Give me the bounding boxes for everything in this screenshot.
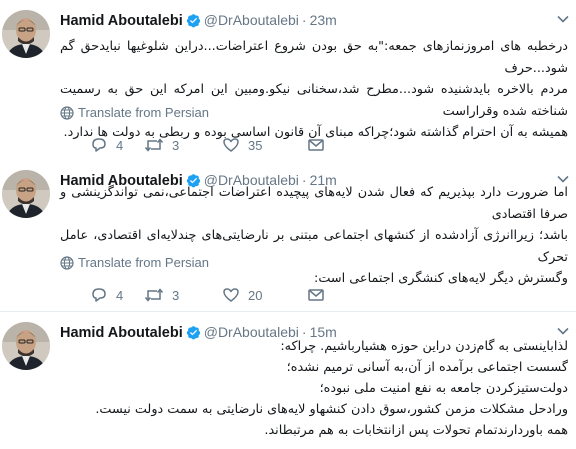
reply-count: 4	[116, 138, 124, 153]
retweet-button[interactable]: 3	[144, 136, 179, 156]
reply-button[interactable]: 4	[90, 286, 123, 306]
tweet-text-line: گسست اجتماعی برآمده از آن،به آسانی ترمیم…	[286, 360, 568, 375]
retweet-button[interactable]: 3	[144, 286, 179, 306]
avatar-image	[2, 322, 50, 370]
separator-dot: ·	[301, 12, 307, 28]
tweet-header: Hamid Aboutalebi @DrAboutalebi · 23m	[60, 10, 546, 30]
reply-icon	[92, 288, 106, 302]
tweet-text: درخطبه های امروزنمازهای جمعه:"به حق بودن…	[60, 36, 568, 144]
like-count: 20	[248, 288, 263, 303]
direct-message-icon	[308, 139, 324, 151]
timestamp[interactable]: 23m	[310, 12, 337, 28]
retweet-count: 3	[172, 288, 180, 303]
tweet-text: لذاباینستی به گام‌زدن دراین حوزه هشیاربا…	[60, 336, 568, 441]
translate-link[interactable]: Translate from Persian	[60, 254, 209, 272]
like-icon	[223, 288, 239, 302]
like-count: 35	[248, 138, 263, 153]
reply-icon	[92, 138, 106, 152]
translate-link[interactable]: Translate from Persian	[60, 104, 209, 122]
globe-icon	[60, 106, 74, 120]
like-button[interactable]: 20	[222, 286, 262, 306]
retweet-icon	[144, 138, 164, 152]
avatar-image	[2, 170, 50, 218]
tweet-text: اما ضرورت دارد بپذیریم که فعال شدن لایه‌…	[60, 182, 568, 290]
direct-message-icon	[308, 289, 324, 301]
verified-badge-icon	[186, 13, 201, 34]
translate-label: Translate from Persian	[78, 255, 210, 270]
chevron-down-icon[interactable]	[556, 12, 570, 26]
tweet-text-line: اما ضرورت دارد بپذیریم که فعال شدن لایه‌…	[60, 185, 568, 222]
translate-label: Translate from Persian	[78, 105, 210, 120]
tweet-text-line: دولت‌ستیزکردن جامعه به نفع امنیت ملی نبو…	[319, 381, 568, 396]
like-icon	[223, 138, 239, 152]
tweet-actions: 4 3 20	[60, 286, 460, 306]
tweet[interactable]: Hamid Aboutalebi @DrAboutalebi · 21m اما ضر…	[0, 160, 576, 312]
retweet-icon	[144, 288, 164, 302]
tweet[interactable]: Hamid Aboutalebi @DrAboutalebi · 23m درخطبه…	[0, 0, 576, 164]
avatar[interactable]	[2, 322, 50, 370]
like-button[interactable]: 35	[222, 136, 262, 156]
tweet-text-line: لذاباینستی به گام‌زدن دراین حوزه هشیاربا…	[280, 339, 568, 354]
tweet-text-line: درخطبه های امروزنمازهای جمعه:"به حق بودن…	[60, 39, 568, 76]
avatar[interactable]	[2, 10, 50, 58]
user-handle[interactable]: @DrAboutalebi	[204, 12, 299, 28]
avatar-image	[2, 10, 50, 58]
tweet[interactable]: Hamid Aboutalebi @DrAboutalebi · 15m لذابای…	[0, 312, 576, 449]
reply-count: 4	[116, 288, 124, 303]
direct-message-button[interactable]	[307, 286, 325, 306]
display-name[interactable]: Hamid Aboutalebi	[60, 13, 183, 29]
tweet-text-line: ورادحل مشکلات مزمن کشور،سوق دادن کنشهاو …	[95, 402, 568, 417]
avatar[interactable]	[2, 170, 50, 218]
globe-icon	[60, 256, 74, 270]
reply-button[interactable]: 4	[90, 136, 123, 156]
direct-message-button[interactable]	[307, 136, 325, 156]
tweet-text-line: همه باوردارندتمام تحولات پس ازانتخابات ب…	[264, 423, 568, 438]
tweet-actions: 4 3 35	[60, 136, 460, 156]
retweet-count: 3	[172, 138, 180, 153]
